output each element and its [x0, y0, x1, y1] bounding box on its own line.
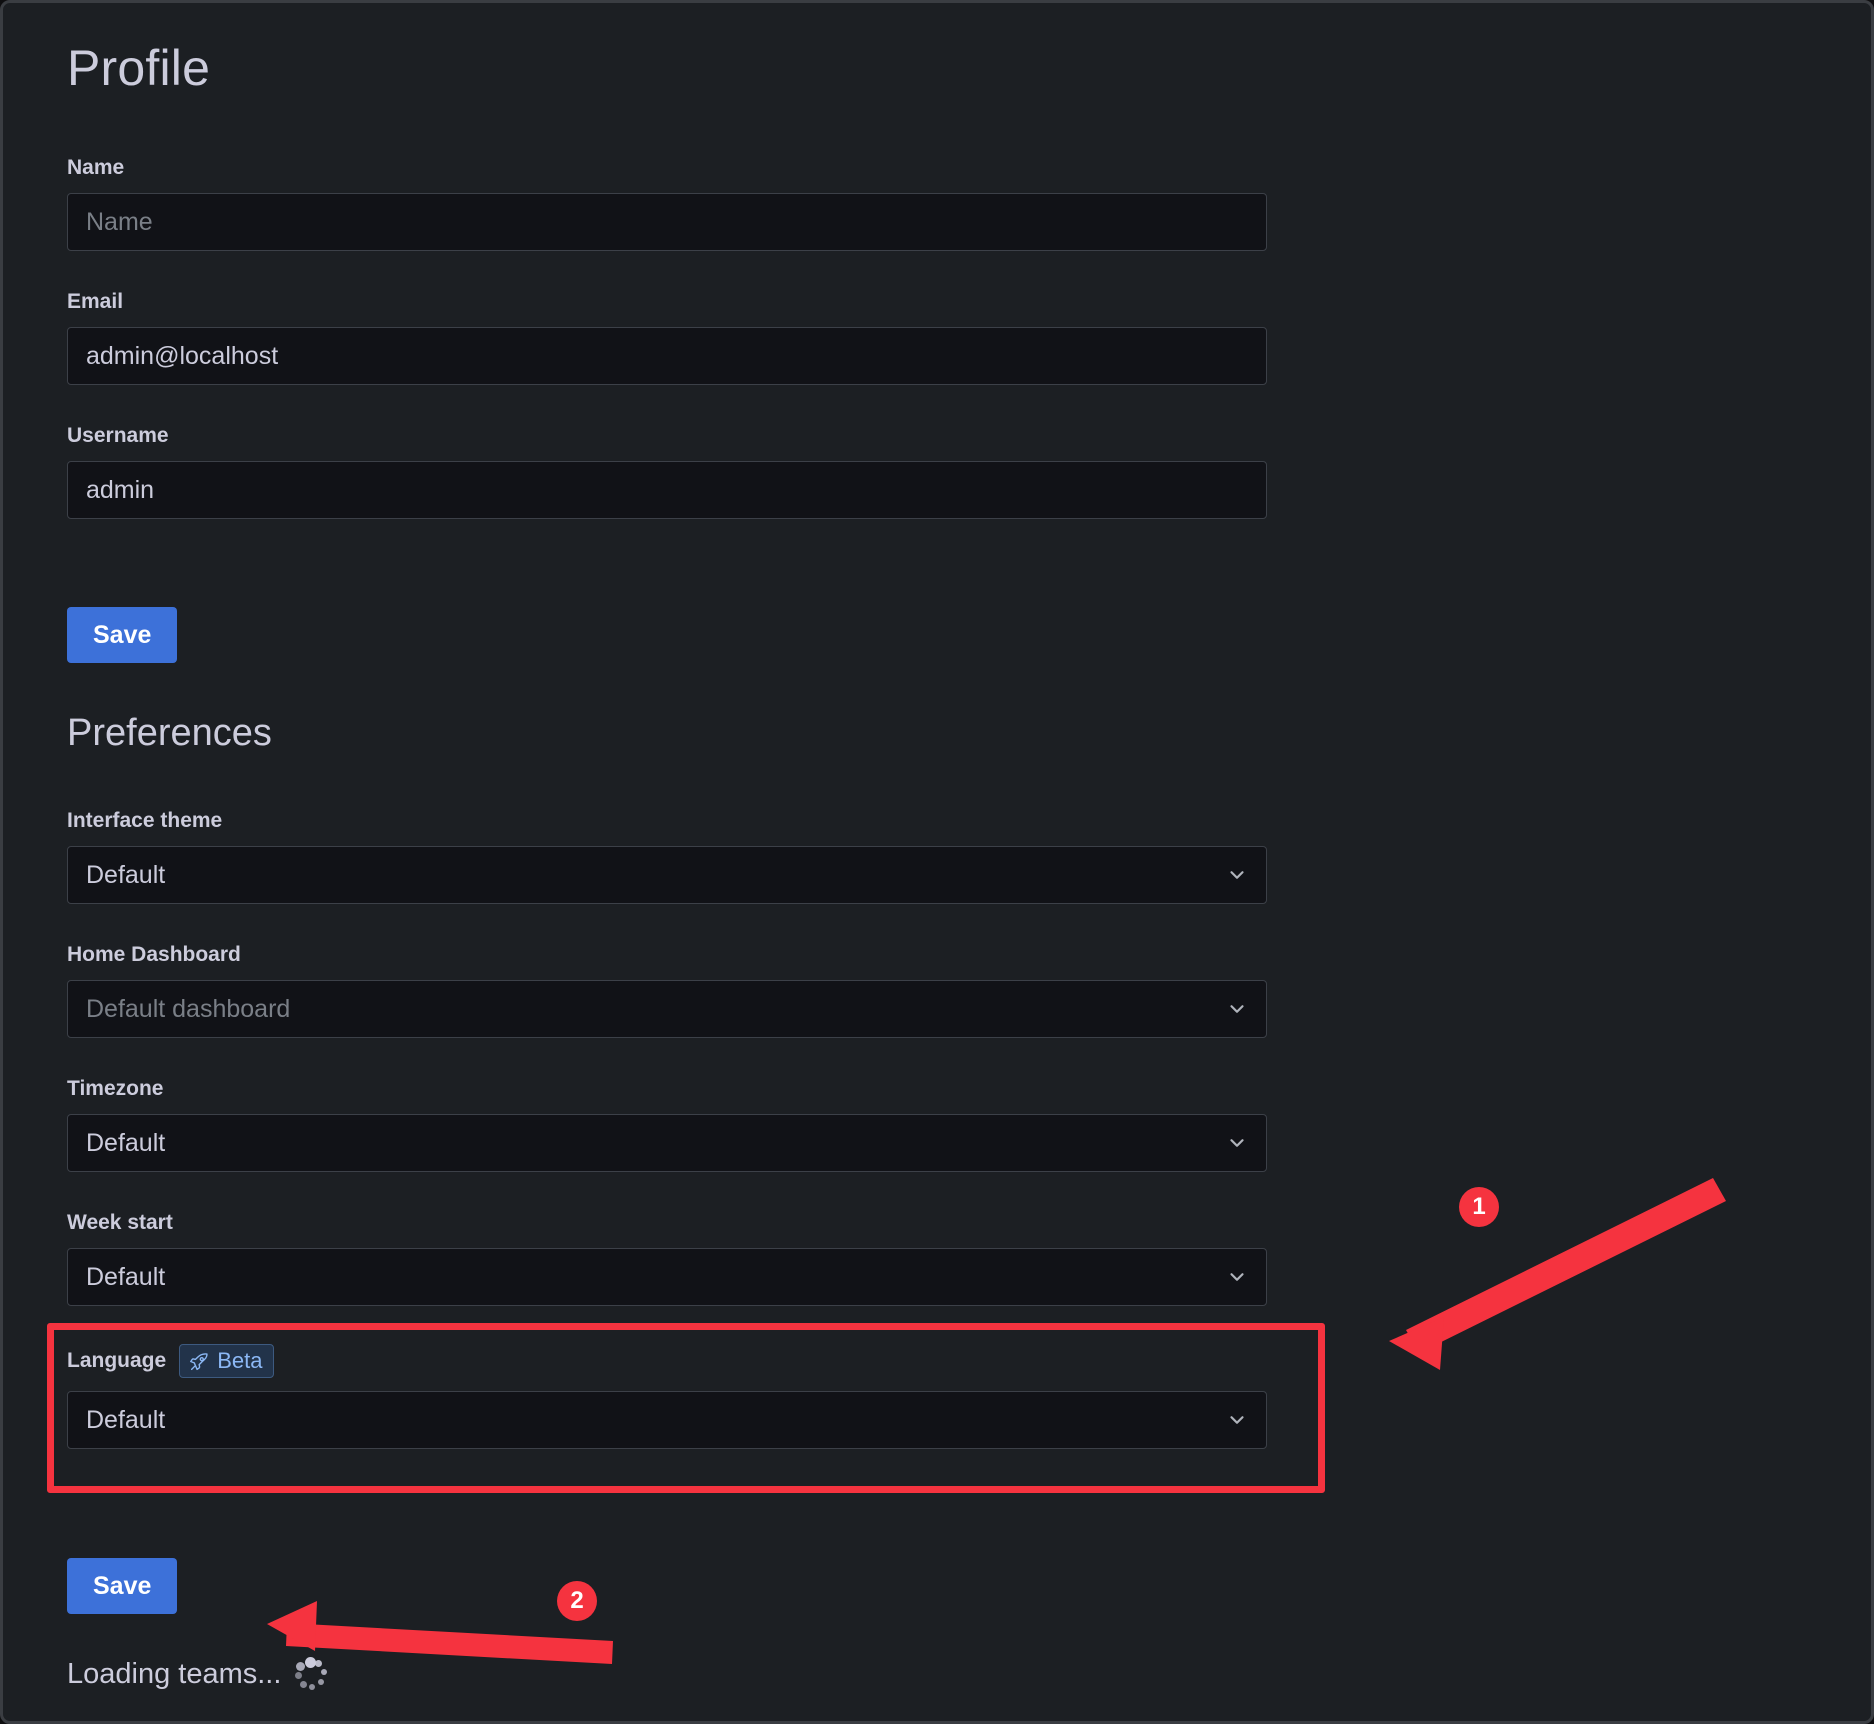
week-start-label: Week start: [67, 1211, 173, 1234]
language-select[interactable]: Default: [67, 1391, 1267, 1449]
username-label: Username: [67, 424, 169, 447]
email-field-group: Email admin@localhost: [67, 289, 1267, 386]
circular-dots-spinner-icon: [294, 1657, 328, 1691]
interface-theme-group: Interface theme Default: [67, 808, 1267, 905]
page-title: Profile: [67, 40, 211, 96]
name-field-group: Name Name: [67, 155, 1267, 252]
week-start-group: Week start Default: [67, 1210, 1267, 1307]
loading-teams-status: Loading teams...: [67, 1657, 328, 1691]
beta-badge-label: Beta: [217, 1348, 263, 1373]
language-value: Default: [86, 1405, 166, 1434]
chevron-down-icon: [1230, 1005, 1244, 1014]
home-dashboard-value: Default dashboard: [86, 994, 291, 1023]
timezone-label: Timezone: [67, 1077, 164, 1100]
timezone-value: Default: [86, 1128, 166, 1157]
interface-theme-label: Interface theme: [67, 809, 223, 832]
chevron-down-icon: [1230, 871, 1244, 880]
week-start-value: Default: [86, 1262, 166, 1291]
language-label-row: Language Beta: [67, 1344, 1267, 1378]
profile-save-button[interactable]: Save: [67, 607, 178, 663]
interface-theme-select[interactable]: Default: [67, 846, 1267, 905]
username-input[interactable]: admin: [67, 461, 1267, 520]
home-dashboard-group: Home Dashboard Default dashboard: [67, 942, 1267, 1039]
timezone-group: Timezone Default: [67, 1076, 1267, 1173]
preferences-save-button[interactable]: Save: [67, 1558, 178, 1614]
language-group: Language Beta Default: [67, 1344, 1267, 1449]
name-input[interactable]: Name: [67, 193, 1267, 252]
timezone-select[interactable]: Default: [67, 1114, 1267, 1173]
email-input[interactable]: admin@localhost: [67, 327, 1267, 386]
name-label: Name: [67, 156, 125, 179]
chevron-down-icon: [1230, 1139, 1244, 1148]
home-dashboard-select[interactable]: Default dashboard: [67, 980, 1267, 1039]
email-input-value: admin@localhost: [86, 341, 279, 370]
name-input-placeholder: Name: [86, 207, 153, 236]
loading-teams-text: Loading teams...: [67, 1657, 282, 1690]
username-field-group: Username admin: [67, 423, 1267, 520]
interface-theme-value: Default: [86, 860, 166, 889]
chevron-down-icon: [1230, 1273, 1244, 1282]
beta-badge: Beta: [179, 1344, 275, 1378]
preferences-heading: Preferences: [67, 712, 272, 754]
chevron-down-icon: [1230, 1416, 1244, 1424]
profile-settings-screenshot: Profile Name Name Email admin@localhost …: [0, 0, 1874, 1724]
language-label: Language: [67, 1349, 167, 1373]
home-dashboard-label: Home Dashboard: [67, 943, 241, 966]
email-label: Email: [67, 290, 124, 313]
rocket-icon: [190, 1352, 208, 1370]
profile-page: Profile Name Name Email admin@localhost …: [3, 3, 1871, 1721]
week-start-select[interactable]: Default: [67, 1248, 1267, 1307]
username-input-value: admin: [86, 475, 155, 504]
